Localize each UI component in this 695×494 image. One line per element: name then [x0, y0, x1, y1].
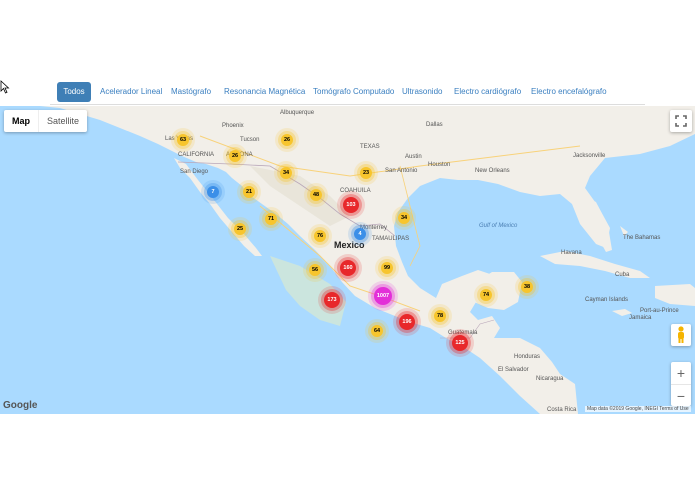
marker-cluster[interactable]: 26 — [281, 134, 293, 146]
place-port-au-prince: Port-au-Prince — [640, 308, 679, 314]
tab-electro-encefalografo[interactable]: Electro encefalógrafo — [531, 82, 607, 102]
place-el-salvador: El Salvador — [498, 367, 529, 373]
place-albuquerque: Albuquerque — [280, 110, 315, 116]
marker-cluster[interactable]: 7 — [207, 186, 219, 198]
place-gulf-of-mexico: Gulf of Mexico — [479, 223, 518, 229]
marker-cluster[interactable]: 21 — [243, 186, 255, 198]
marker-cluster[interactable]: 103 — [343, 197, 359, 213]
zoom-out-button[interactable]: − — [671, 384, 691, 407]
marker-cluster[interactable]: 1007 — [374, 287, 392, 305]
street-view-pegman-button[interactable] — [671, 324, 691, 346]
place-cayman-islands: Cayman Islands — [585, 297, 629, 303]
marker-cluster[interactable]: 64 — [371, 325, 383, 337]
marker-cluster[interactable]: 48 — [310, 189, 322, 201]
marker-cluster[interactable]: 25 — [234, 223, 246, 235]
tab-ultrasonido[interactable]: Ultrasonido — [402, 82, 442, 102]
marker-cluster[interactable]: 173 — [324, 292, 340, 308]
marker-cluster[interactable]: 63 — [177, 134, 189, 146]
place-havana: Havana — [561, 250, 582, 256]
map-type-control: Map Satellite — [4, 110, 88, 132]
place-tucson: Tucson — [240, 137, 260, 143]
place-cuba: Cuba — [615, 272, 630, 278]
zoom-in-button[interactable]: + — [671, 362, 691, 384]
zoom-control: + − — [671, 362, 691, 406]
map-canvas[interactable]: Las Vegas San Diego Phoenix Tucson Albuq… — [0, 106, 695, 414]
fullscreen-button[interactable] — [670, 110, 692, 132]
tab-resonancia-magnetica[interactable]: Resonancia Magnética — [224, 82, 305, 102]
marker-cluster[interactable]: 26 — [229, 150, 241, 162]
mouse-cursor-icon — [0, 80, 10, 94]
tab-electro-cardiografo[interactable]: Electro cardiógrafo — [454, 82, 521, 102]
marker-cluster[interactable]: 74 — [480, 289, 492, 301]
place-jamaica: Jamaica — [629, 315, 652, 321]
marker-cluster[interactable]: 99 — [381, 262, 393, 274]
place-mexico: Mexico — [334, 240, 365, 250]
place-texas: TEXAS — [360, 144, 380, 150]
tab-acelerador-lineal[interactable]: Acelerador Lineal — [100, 82, 162, 102]
place-phoenix: Phoenix — [222, 123, 244, 129]
place-san-antonio: San Antonio — [385, 168, 418, 174]
pegman-icon — [678, 326, 684, 343]
marker-cluster[interactable]: 23 — [360, 167, 372, 179]
marker-cluster[interactable]: 34 — [280, 167, 292, 179]
place-california: CALIFORNIA — [178, 152, 215, 158]
tab-mastografo[interactable]: Mastógrafo — [171, 82, 211, 102]
place-costa-rica: Costa Rica — [547, 407, 577, 413]
place-the-bahamas: The Bahamas — [623, 235, 661, 241]
map-attribution: Map data ©2019 Google, INEGI Terms of Us… — [585, 406, 691, 412]
map-type-map-button[interactable]: Map — [4, 110, 38, 132]
marker-cluster[interactable]: 76 — [314, 230, 326, 242]
fullscreen-icon — [675, 115, 687, 127]
place-jacksonville: Jacksonville — [573, 153, 606, 159]
place-honduras: Honduras — [514, 354, 541, 360]
place-houston: Houston — [428, 162, 451, 168]
marker-cluster[interactable]: 56 — [309, 264, 321, 276]
marker-cluster[interactable]: 78 — [434, 310, 446, 322]
place-nicaragua: Nicaragua — [536, 376, 564, 382]
place-new-orleans: New Orleans — [475, 168, 510, 174]
tab-todos[interactable]: Todos — [57, 82, 91, 102]
marker-cluster[interactable]: 34 — [398, 212, 410, 224]
marker-cluster[interactable]: 160 — [340, 260, 356, 276]
marker-cluster[interactable]: 125 — [452, 335, 468, 351]
tab-tomografo-computado[interactable]: Tomógrafo Computado — [313, 82, 394, 102]
place-dallas: Dallas — [426, 122, 443, 128]
marker-cluster[interactable]: 4 — [354, 228, 366, 240]
place-coahuila: COAHUILA — [340, 188, 371, 194]
google-logo: Google — [3, 400, 38, 411]
map-type-satellite-button[interactable]: Satellite — [38, 110, 87, 132]
place-tamaulipas: TAMAULIPAS — [372, 236, 410, 242]
place-san-diego: San Diego — [180, 169, 209, 175]
marker-cluster[interactable]: 196 — [399, 314, 415, 330]
marker-cluster[interactable]: 71 — [265, 213, 277, 225]
place-austin: Austin — [405, 154, 422, 160]
marker-cluster[interactable]: 38 — [521, 281, 533, 293]
equipment-tabs: Todos Acelerador Lineal Mastógrafo Reson… — [50, 80, 645, 105]
